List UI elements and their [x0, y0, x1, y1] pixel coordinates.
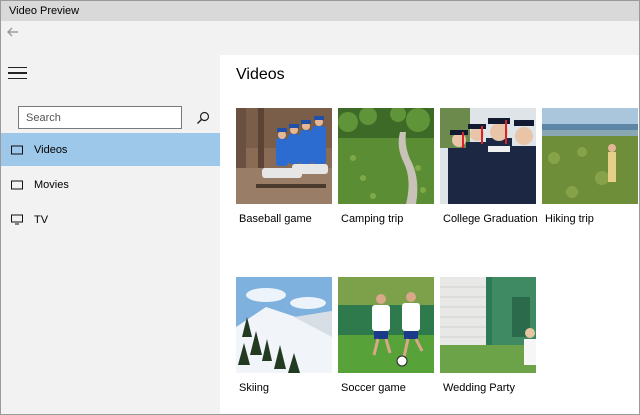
video-thumbnail: [440, 108, 536, 204]
video-thumbnail: [440, 277, 536, 373]
hamburger-line: [8, 66, 27, 69]
video-thumbnail: [236, 108, 332, 204]
toolbar: [1, 21, 639, 55]
main-content: Videos Baseball game Camping trip Colleg…: [220, 55, 639, 414]
hamburger-line: [8, 77, 27, 80]
video-tile-college-graduation[interactable]: College Graduation: [440, 108, 538, 233]
back-button[interactable]: [5, 24, 21, 40]
video-tile-soccer-game[interactable]: Soccer game: [338, 277, 434, 402]
nav-item-label: Movies: [34, 178, 69, 191]
title-bar: Video Preview: [1, 1, 639, 21]
nav-item-tv[interactable]: TV: [1, 203, 220, 236]
video-thumbnail: [236, 277, 332, 373]
video-icon: [11, 144, 23, 156]
search-button[interactable]: [193, 108, 213, 128]
video-tile-camping-trip[interactable]: Camping trip: [338, 108, 434, 233]
video-tile-skiing[interactable]: Skiing: [236, 277, 332, 402]
video-title: Wedding Party: [443, 382, 515, 394]
nav-item-videos[interactable]: Videos: [1, 133, 220, 166]
app-window: Video Preview Videos: [0, 0, 640, 415]
search-icon: [197, 111, 210, 124]
video-thumbnail: [542, 108, 638, 204]
sidebar: Videos Movies TV: [1, 55, 220, 414]
tv-icon: [11, 214, 23, 226]
nav-item-label: Videos: [34, 143, 68, 156]
video-title: Soccer game: [341, 382, 406, 394]
video-tile-baseball-game[interactable]: Baseball game: [236, 108, 332, 233]
hamburger-menu-button[interactable]: [8, 64, 30, 82]
window-title: Video Preview: [9, 5, 80, 17]
video-tile-hiking-trip[interactable]: Hiking trip: [542, 108, 638, 233]
video-thumbnail: [338, 108, 434, 204]
video-title: College Graduation: [443, 213, 538, 225]
video-tile-wedding-party[interactable]: Wedding Party: [440, 277, 536, 402]
movie-icon: [11, 179, 23, 191]
nav-item-label: TV: [34, 213, 49, 226]
page-title: Videos: [236, 66, 285, 83]
hamburger-line: [8, 72, 27, 74]
video-title: Baseball game: [239, 213, 312, 225]
video-title: Hiking trip: [545, 213, 594, 225]
video-title: Skiing: [239, 382, 269, 394]
nav-item-movies[interactable]: Movies: [1, 168, 220, 201]
back-arrow-icon: [7, 27, 18, 37]
video-title: Camping trip: [341, 213, 404, 225]
search-box: [18, 106, 182, 129]
video-thumbnail: [338, 277, 434, 373]
search-input[interactable]: [19, 107, 181, 128]
